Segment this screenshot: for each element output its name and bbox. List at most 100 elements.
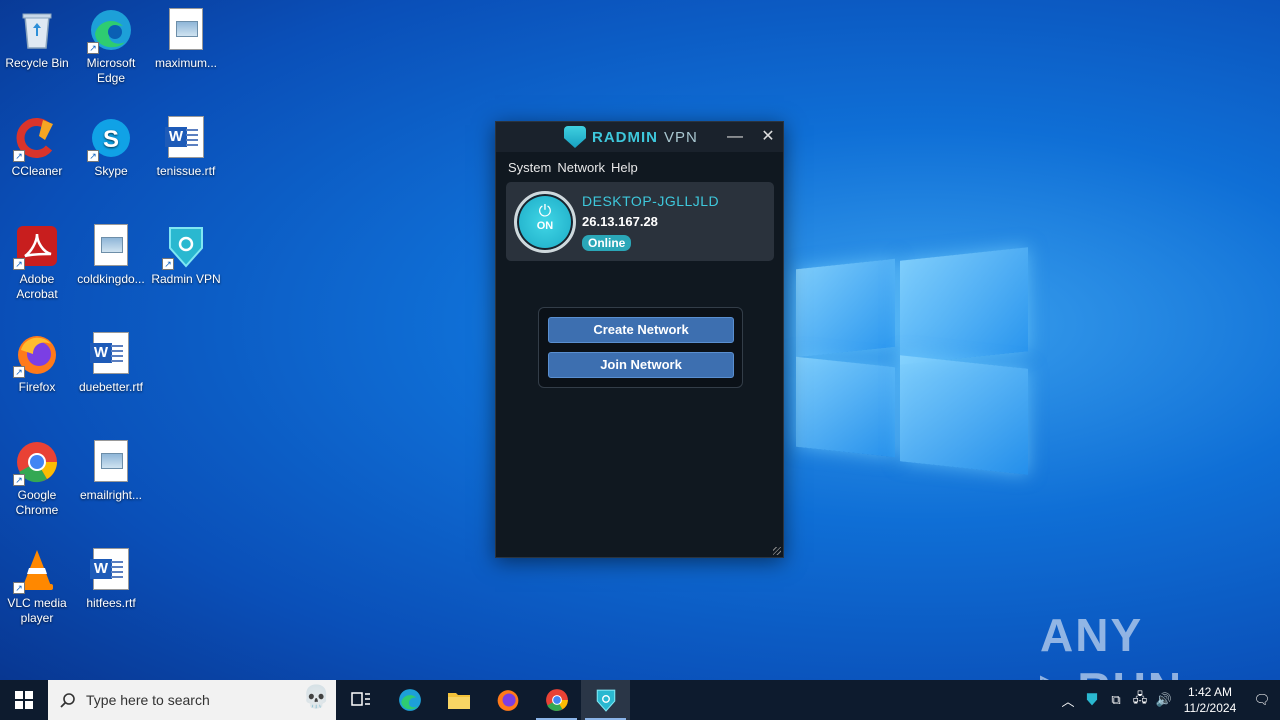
vlc-icon: ↗: [13, 548, 59, 594]
image-file-icon: [89, 224, 133, 268]
local-pc-card: ⏻ ON DESKTOP-JGLLJLD 26.13.167.28 Online: [506, 182, 774, 261]
menu-bar: System Network Help: [496, 152, 783, 180]
word-document-icon: W: [89, 548, 133, 592]
taskbar-edge[interactable]: [385, 680, 434, 720]
taskbar-clock[interactable]: 1:42 AM 11/2/2024: [1176, 684, 1244, 716]
desktop-icon-vlc[interactable]: ↗ VLC media player: [0, 548, 74, 626]
resize-grip[interactable]: [773, 547, 781, 555]
create-network-button[interactable]: Create Network: [548, 317, 734, 343]
ccleaner-icon: ↗: [13, 116, 59, 162]
desktop-icon-label: Recycle Bin: [5, 56, 69, 70]
notification-icon[interactable]: 🗨: [1244, 692, 1280, 708]
join-network-button[interactable]: Join Network: [548, 352, 734, 378]
shortcut-arrow-icon: ↗: [13, 258, 25, 270]
radmin-vpn-window: RADMIN VPN — ✕ System Network Help ⏻ ON …: [495, 121, 784, 558]
power-toggle-button[interactable]: ⏻ ON: [514, 191, 576, 253]
close-button[interactable]: ✕: [755, 126, 781, 148]
desktop-icon-duebetter[interactable]: W duebetter.rtf: [74, 332, 148, 395]
taskbar-chrome[interactable]: [532, 680, 581, 720]
radmin-brand: RADMIN VPN: [564, 126, 698, 148]
chrome-icon: ↗: [13, 440, 59, 486]
search-icon: [60, 693, 75, 708]
menu-help[interactable]: Help: [611, 160, 638, 180]
desktop-icon-hitfees[interactable]: W hitfees.rtf: [74, 548, 148, 611]
shortcut-arrow-icon: ↗: [87, 42, 99, 54]
desktop-icon-label: Microsoft Edge: [86, 56, 136, 85]
chrome-icon: [545, 689, 568, 711]
title-bar[interactable]: RADMIN VPN — ✕: [496, 122, 783, 152]
taskbar: Type here to search 💀 ︿ ⧉ 🖧 🔊 1:42 AM 11…: [0, 680, 1280, 720]
taskbar-search-box[interactable]: Type here to search 💀: [48, 680, 336, 720]
desktop-icon-chrome[interactable]: ↗ Google Chrome: [0, 440, 74, 518]
firefox-icon: ↗: [13, 332, 59, 378]
clock-time: 1:42 AM: [1187, 685, 1233, 699]
task-view-icon: [350, 692, 370, 706]
shortcut-arrow-icon: ↗: [13, 150, 25, 162]
desktop-icon-ccleaner[interactable]: ↗ CCleaner: [0, 116, 74, 179]
radmin-vpn-icon: [596, 689, 615, 712]
desktop-icon-emailright[interactable]: emailright...: [74, 440, 148, 503]
windows-logo-wallpaper: [796, 242, 1028, 478]
device-icon[interactable]: ⧉: [1104, 692, 1128, 708]
task-view-button[interactable]: [336, 680, 385, 720]
desktop-icon-edge[interactable]: ↗ Microsoft Edge: [74, 8, 148, 86]
desktop-icon-label: duebetter.rtf: [78, 380, 144, 394]
shortcut-arrow-icon: ↗: [13, 582, 25, 594]
skype-icon: S ↗: [87, 116, 133, 162]
status-badge: Online: [582, 235, 632, 251]
desktop-icon-label: CCleaner: [11, 164, 63, 178]
desktop-icon-label: maximum...: [154, 56, 217, 70]
volume-icon[interactable]: 🔊: [1152, 692, 1176, 708]
image-file-icon: [89, 440, 133, 484]
shortcut-arrow-icon: ↗: [13, 474, 25, 486]
power-state-label: ON: [536, 220, 554, 232]
search-placeholder: Type here to search: [86, 692, 210, 708]
desktop-icon-firefox[interactable]: ↗ Firefox: [0, 332, 74, 395]
desktop-icon-label: Adobe Acrobat: [16, 272, 58, 301]
menu-system[interactable]: System: [508, 160, 551, 180]
desktop-icon-acrobat[interactable]: ↗ Adobe Acrobat: [0, 224, 74, 302]
shortcut-arrow-icon: ↗: [162, 258, 174, 270]
ip-address: 26.13.167.28: [582, 214, 658, 229]
desktop-icon-label: VLC media player: [7, 596, 67, 625]
desktop-icon-coldkingdom[interactable]: coldkingdo...: [74, 224, 148, 287]
minimize-button[interactable]: —: [722, 126, 748, 148]
firefox-icon: [497, 690, 518, 711]
desktop-icon-label: Google Chrome: [15, 488, 59, 517]
network-actions-panel: Create Network Join Network: [538, 307, 743, 388]
image-file-icon: [164, 8, 208, 52]
brand-suffix: VPN: [664, 128, 698, 146]
desktop-icon-tenissue[interactable]: W tenissue.rtf: [149, 116, 223, 179]
start-button[interactable]: [0, 680, 48, 720]
taskbar-radmin-vpn[interactable]: [581, 680, 630, 720]
desktop-icon-skype[interactable]: S ↗ Skype: [74, 116, 148, 179]
radmin-tray-icon[interactable]: [1080, 692, 1104, 709]
taskbar-firefox[interactable]: [483, 680, 532, 720]
desktop-icon-label: tenissue.rtf: [156, 164, 216, 178]
shortcut-arrow-icon: ↗: [13, 366, 25, 378]
folder-icon: [447, 693, 470, 709]
brand-name: RADMIN: [592, 128, 658, 146]
chevron-up-icon[interactable]: ︿: [1056, 691, 1080, 710]
desktop-icon-label: emailright...: [79, 488, 143, 502]
desktop-icon-radmin-vpn[interactable]: ↗ Radmin VPN: [149, 224, 223, 287]
radmin-vpn-icon: ↗: [162, 224, 208, 270]
edge-icon: [398, 689, 421, 711]
word-document-icon: W: [89, 332, 133, 376]
desktop-icon-maximum[interactable]: maximum...: [149, 8, 223, 71]
clock-date: 11/2/2024: [1183, 701, 1237, 715]
svg-text:S: S: [103, 126, 119, 153]
word-document-icon: W: [164, 116, 208, 160]
desktop-icon-label: hitfees.rtf: [86, 596, 136, 610]
power-icon: ⏻: [538, 203, 552, 220]
taskbar-file-explorer[interactable]: [434, 680, 483, 720]
shortcut-arrow-icon: ↗: [87, 150, 99, 162]
search-highlight-icon: 💀: [302, 684, 330, 709]
desktop-icon-recycle-bin[interactable]: Recycle Bin: [0, 8, 74, 71]
network-icon[interactable]: 🖧: [1128, 689, 1152, 711]
pc-name: DESKTOP-JGLLJLD: [582, 193, 720, 209]
recycle-bin-icon: [15, 8, 59, 52]
desktop-icon-label: coldkingdo...: [77, 272, 145, 286]
menu-network[interactable]: Network: [557, 160, 605, 180]
acrobat-icon: ↗: [13, 224, 59, 270]
